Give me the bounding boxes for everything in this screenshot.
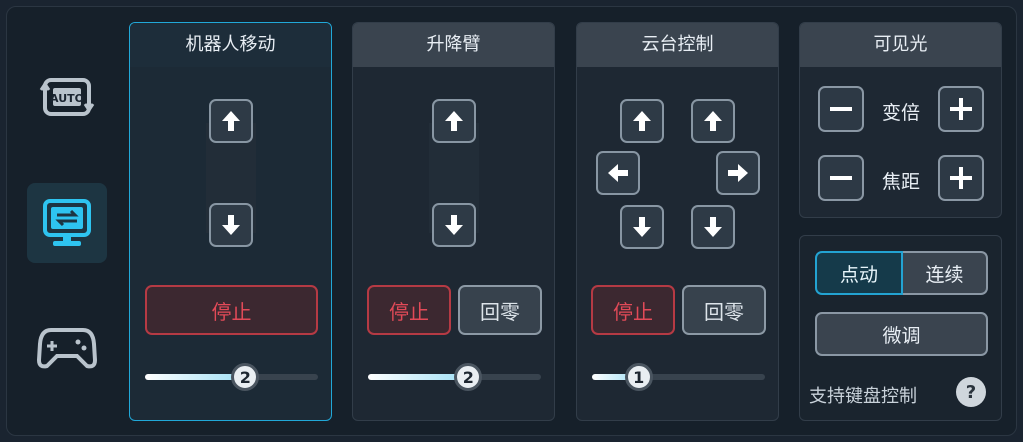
panel-title: 可见光: [800, 23, 1001, 67]
sidebar-item-auto[interactable]: AUTO: [27, 57, 107, 137]
robot-stop-button[interactable]: 停止: [145, 285, 318, 335]
arrow-left-icon: [608, 164, 628, 182]
robot-move-panel: 机器人移动 停止 2: [129, 22, 332, 421]
fine-tune-button[interactable]: 微调: [815, 312, 988, 356]
lift-stop-button[interactable]: 停止: [367, 285, 451, 335]
auto-mode-icon: AUTO: [39, 78, 95, 116]
keyboard-control-text: 支持键盘控制: [809, 386, 917, 407]
slider-fill: [145, 374, 246, 380]
gimbal-up-left-button[interactable]: [620, 99, 664, 143]
robot-speed-thumb[interactable]: 2: [231, 363, 260, 391]
slider-fill: [368, 374, 469, 380]
gimbal-panel: 云台控制 停止 回零 1: [576, 22, 779, 421]
lift-up-button[interactable]: [432, 99, 476, 143]
sidebar-item-monitor[interactable]: [27, 183, 107, 263]
svg-text:AUTO: AUTO: [50, 92, 84, 105]
jog-mode-button[interactable]: 点动: [815, 251, 903, 295]
plus-icon: [950, 167, 972, 189]
minus-icon: [830, 107, 852, 111]
gimbal-right-button[interactable]: [716, 151, 760, 195]
panel-title: 云台控制: [577, 23, 778, 67]
move-backward-button[interactable]: [209, 203, 253, 247]
lift-zero-button[interactable]: 回零: [458, 285, 542, 335]
plus-icon: [950, 98, 972, 120]
focus-plus-button[interactable]: [938, 155, 984, 201]
arrow-down-icon: [222, 215, 240, 235]
zoom-in-button[interactable]: [938, 86, 984, 132]
visible-light-panel: 可见光 变倍 焦距: [799, 22, 1002, 218]
focus-minus-button[interactable]: [818, 155, 864, 201]
gamepad-icon: [37, 328, 97, 369]
sidebar-item-gamepad[interactable]: [27, 307, 107, 387]
minus-icon: [830, 176, 852, 180]
arrow-right-icon: [728, 164, 748, 182]
lift-down-button[interactable]: [432, 203, 476, 247]
panel-title: 升降臂: [353, 23, 554, 67]
lift-speed-thumb[interactable]: 2: [454, 363, 483, 391]
gimbal-down-right-button[interactable]: [691, 205, 735, 249]
move-forward-button[interactable]: [209, 99, 253, 143]
continuous-mode-button[interactable]: 连续: [903, 251, 988, 295]
lift-arm-panel: 升降臂 停止 回零 2: [352, 22, 555, 421]
zoom-label: 变倍: [881, 102, 920, 124]
gimbal-speed-thumb[interactable]: 1: [624, 363, 653, 391]
help-icon[interactable]: ?: [956, 377, 986, 407]
gimbal-zero-button[interactable]: 回零: [682, 285, 766, 335]
focus-label: 焦距: [881, 171, 920, 193]
arrow-down-icon: [445, 215, 463, 235]
arrow-up-icon: [704, 111, 722, 131]
zoom-out-button[interactable]: [818, 86, 864, 132]
arrow-up-icon: [633, 111, 651, 131]
arrow-up-icon: [222, 111, 240, 131]
arrow-down-icon: [633, 217, 651, 237]
arrow-up-icon: [445, 111, 463, 131]
control-mode-panel: 点动 连续 微调 支持键盘控制 ?: [799, 235, 1002, 421]
gimbal-speed-slider[interactable]: [592, 374, 765, 380]
monitor-switch-icon: [43, 199, 91, 246]
panel-title: 机器人移动: [130, 23, 331, 67]
gimbal-left-button[interactable]: [596, 151, 640, 195]
gimbal-up-right-button[interactable]: [691, 99, 735, 143]
gimbal-down-left-button[interactable]: [620, 205, 664, 249]
gimbal-stop-button[interactable]: 停止: [591, 285, 675, 335]
arrow-down-icon: [704, 217, 722, 237]
